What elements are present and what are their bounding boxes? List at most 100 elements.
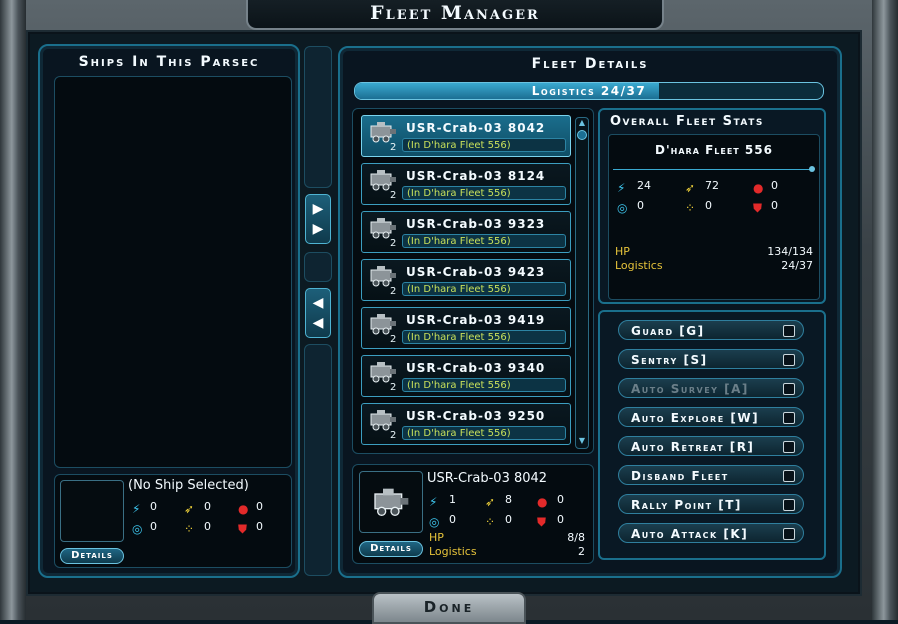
- command-label: Auto Attack [K]: [631, 527, 749, 541]
- auto-attack-checkbox[interactable]: [783, 528, 795, 540]
- scroll-thumb[interactable]: [577, 130, 587, 140]
- selected-shield-value: 0: [449, 513, 456, 526]
- sentry-checkbox[interactable]: [783, 354, 795, 366]
- overall-scatter-value: 0: [705, 199, 712, 212]
- selected-details-button[interactable]: Details: [359, 541, 423, 557]
- fleet-ship-row[interactable]: 2 USR-Crab-03 9340 (In D'hara Fleet 556): [361, 355, 571, 397]
- missile-icon: ➶: [485, 495, 496, 509]
- fleet-details-title: Fleet Details: [531, 56, 649, 72]
- ship-fleet-label: (In D'hara Fleet 556): [402, 234, 566, 248]
- ship-fleet-label: (In D'hara Fleet 556): [402, 186, 566, 200]
- selected-ship-stats: ⚡ 1 ➶ 8 ● 0 ◎ 0 ⁘ 0 ⛊ 0: [429, 491, 579, 531]
- ship-list-scrollbar[interactable]: ▲ ▼: [575, 117, 589, 449]
- parsec-ship-list[interactable]: [54, 76, 292, 468]
- command-label: Disband Fleet: [631, 469, 729, 483]
- ship-count: 2: [390, 142, 397, 153]
- rocket-icon: ●: [537, 495, 548, 509]
- auto-explore-command-button[interactable]: Auto Explore [W]: [618, 407, 804, 427]
- fleet-commands-box: Guard [G] Sentry [S] Auto Survey [A] Aut…: [598, 310, 826, 560]
- overall-logistics-value: 24/37: [781, 259, 813, 272]
- overall-beam-value: 24: [637, 179, 651, 192]
- fleet-commands-list: Guard [G] Sentry [S] Auto Survey [A] Aut…: [618, 320, 808, 556]
- ship-name: USR-Crab-03 9340: [406, 361, 546, 375]
- fleet-ship-list[interactable]: 2 USR-Crab-03 8042 (In D'hara Fleet 556)…: [352, 108, 594, 454]
- selected-armor-value: 0: [557, 513, 564, 526]
- parsec-beam-value: 0: [150, 500, 157, 513]
- auto-survey-checkbox[interactable]: [783, 383, 795, 395]
- add-to-fleet-button[interactable]: ▶ ▶: [305, 194, 331, 244]
- parsec-details-button[interactable]: Details: [60, 548, 124, 564]
- ship-count: 2: [390, 430, 397, 441]
- auto-attack-command-button[interactable]: Auto Attack [K]: [618, 523, 804, 543]
- fleet-name-divider: [613, 169, 813, 170]
- fleet-ship-list-items: 2 USR-Crab-03 8042 (In D'hara Fleet 556)…: [361, 115, 573, 455]
- missile-icon: ➶: [184, 502, 195, 516]
- rally-point-checkbox[interactable]: [783, 499, 795, 511]
- overall-missile-value: 72: [705, 179, 719, 192]
- guard-command-button[interactable]: Guard [G]: [618, 320, 804, 340]
- remove-from-fleet-button[interactable]: ◀ ◀: [305, 288, 331, 338]
- logistics-bar-label: Logistics 24/37: [531, 84, 647, 98]
- selected-logistics-value: 2: [578, 545, 585, 558]
- scroll-up-icon[interactable]: ▲: [577, 118, 587, 128]
- fleet-details-panel: Fleet Details Logistics 24/37 2 USR-Crab…: [338, 46, 842, 578]
- fleet-ship-row[interactable]: 2 USR-Crab-03 9423 (In D'hara Fleet 556): [361, 259, 571, 301]
- right-frame-pillar: [872, 0, 898, 620]
- shield-ring-icon: ◎: [429, 515, 440, 529]
- beam-icon: ⚡: [132, 502, 141, 516]
- beam-icon: ⚡: [429, 495, 438, 509]
- transfer-column-top: [304, 46, 332, 188]
- scroll-down-icon[interactable]: ▼: [577, 436, 587, 446]
- auto-explore-checkbox[interactable]: [783, 412, 795, 424]
- fleet-ship-row[interactable]: 2 USR-Crab-03 8042 (In D'hara Fleet 556): [361, 115, 571, 157]
- done-label: Done: [423, 598, 475, 616]
- command-label: Auto Retreat [R]: [631, 440, 755, 454]
- scatter-icon: ⁘: [184, 522, 195, 536]
- fleet-ship-row[interactable]: 2 USR-Crab-03 9250 (In D'hara Fleet 556): [361, 403, 571, 445]
- overall-logistics-label: Logistics: [615, 259, 663, 272]
- parsec-ship-stats: ⚡ 0 ➶ 0 ● 0 ◎ 0 ⁘ 0 ⛊ 0: [132, 498, 282, 538]
- overall-rocket-value: 0: [771, 179, 778, 192]
- double-left-arrow-icon: ◀ ◀: [312, 295, 324, 331]
- command-label: Auto Explore [W]: [631, 411, 760, 425]
- armor-icon: ⛊: [238, 522, 248, 536]
- divider-dot-icon: [809, 166, 815, 172]
- fleet-ship-row[interactable]: 2 USR-Crab-03 9323 (In D'hara Fleet 556): [361, 211, 571, 253]
- ship-fleet-label: (In D'hara Fleet 556): [402, 282, 566, 296]
- ship-fleet-label: (In D'hara Fleet 556): [402, 330, 566, 344]
- ship-count: 2: [390, 286, 397, 297]
- transfer-column-middle: [304, 252, 332, 282]
- command-label: Rally Point [T]: [631, 498, 742, 512]
- disband-fleet-command-button[interactable]: Disband Fleet: [618, 465, 804, 485]
- selected-missile-value: 8: [505, 493, 512, 506]
- shield-ring-icon: ◎: [617, 201, 628, 215]
- selected-ship-box: USR-Crab-03 8042 ⚡ 1 ➶ 8 ● 0 ◎ 0 ⁘ 0 ⛊ 0…: [352, 464, 594, 564]
- done-button[interactable]: Done: [372, 592, 526, 624]
- no-ship-selected-label: (No Ship Selected): [128, 478, 249, 493]
- title-bar: Fleet Manager: [246, 0, 664, 30]
- disband-fleet-checkbox[interactable]: [783, 470, 795, 482]
- ship-count: 2: [390, 334, 397, 345]
- overall-stats-inner: D'hara Fleet 556 ⚡ 24 ➶ 72 ● 0 ◎ 0 ⁘ 0 ⛊…: [608, 134, 820, 300]
- ship-fleet-label: (In D'hara Fleet 556): [402, 426, 566, 440]
- overall-fleet-stats-title: Overall Fleet Stats: [610, 114, 764, 129]
- sentry-command-button[interactable]: Sentry [S]: [618, 349, 804, 369]
- fleet-ship-row[interactable]: 2 USR-Crab-03 9419 (In D'hara Fleet 556): [361, 307, 571, 349]
- ship-count: 2: [390, 190, 397, 201]
- parsec-armor-value: 0: [256, 520, 263, 533]
- ship-name: USR-Crab-03 9323: [406, 217, 546, 231]
- auto-survey-command-button[interactable]: Auto Survey [A]: [618, 378, 804, 398]
- auto-retreat-checkbox[interactable]: [783, 441, 795, 453]
- ship-fleet-label: (In D'hara Fleet 556): [402, 378, 566, 392]
- command-label: Auto Survey [A]: [631, 382, 749, 396]
- ships-in-parsec-panel: Ships In This Parsec (No Ship Selected) …: [38, 44, 300, 578]
- fleet-ship-row[interactable]: 2 USR-Crab-03 8124 (In D'hara Fleet 556): [361, 163, 571, 205]
- selected-hp-value: 8/8: [567, 531, 585, 544]
- ship-name: USR-Crab-03 9250: [406, 409, 546, 423]
- ship-count: 2: [390, 382, 397, 393]
- double-right-arrow-icon: ▶ ▶: [312, 201, 324, 237]
- selected-beam-value: 1: [449, 493, 456, 506]
- guard-checkbox[interactable]: [783, 325, 795, 337]
- auto-retreat-command-button[interactable]: Auto Retreat [R]: [618, 436, 804, 456]
- rally-point-command-button[interactable]: Rally Point [T]: [618, 494, 804, 514]
